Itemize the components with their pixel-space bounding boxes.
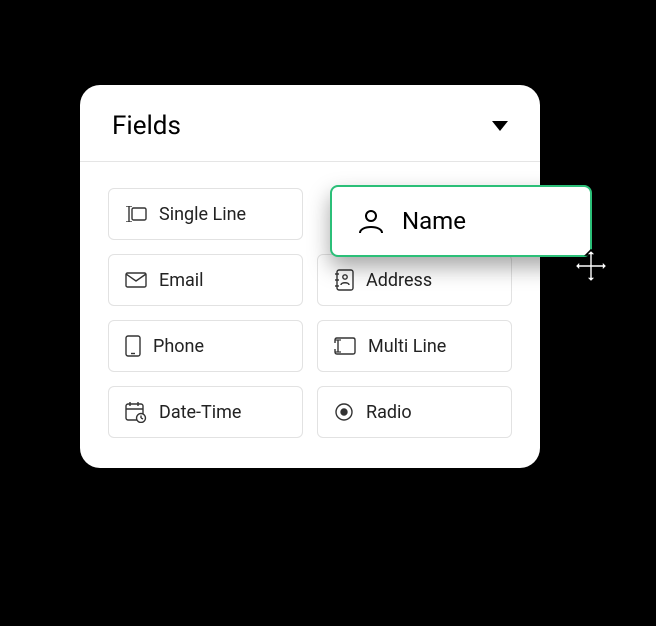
field-address[interactable]: Address <box>317 254 512 306</box>
fields-panel-header[interactable]: Fields <box>80 85 540 162</box>
email-icon <box>125 272 147 288</box>
field-label: Single Line <box>159 204 246 225</box>
field-label: Phone <box>153 336 204 357</box>
field-label: Email <box>159 270 204 291</box>
fields-panel: Fields Single Line <box>80 85 540 468</box>
radio-icon <box>334 402 354 422</box>
field-single-line[interactable]: Single Line <box>108 188 303 240</box>
field-date-time[interactable]: Date-Time <box>108 386 303 438</box>
field-label: Address <box>366 270 432 291</box>
field-label: Multi Line <box>368 336 446 357</box>
address-icon <box>334 269 354 291</box>
chevron-down-icon[interactable] <box>492 121 508 131</box>
field-email[interactable]: Email <box>108 254 303 306</box>
person-icon <box>356 206 386 236</box>
field-label: Radio <box>366 402 412 423</box>
move-cursor-icon <box>574 249 608 283</box>
date-time-icon <box>125 401 147 423</box>
field-phone[interactable]: Phone <box>108 320 303 372</box>
single-line-icon <box>125 206 147 222</box>
panel-title: Fields <box>112 111 181 141</box>
field-radio[interactable]: Radio <box>317 386 512 438</box>
phone-icon <box>125 335 141 357</box>
field-multi-line[interactable]: Multi Line <box>317 320 512 372</box>
multi-line-icon <box>334 337 356 355</box>
field-label: Name <box>402 207 466 235</box>
field-name-dragging[interactable]: Name <box>330 185 592 257</box>
field-label: Date-Time <box>159 402 241 423</box>
